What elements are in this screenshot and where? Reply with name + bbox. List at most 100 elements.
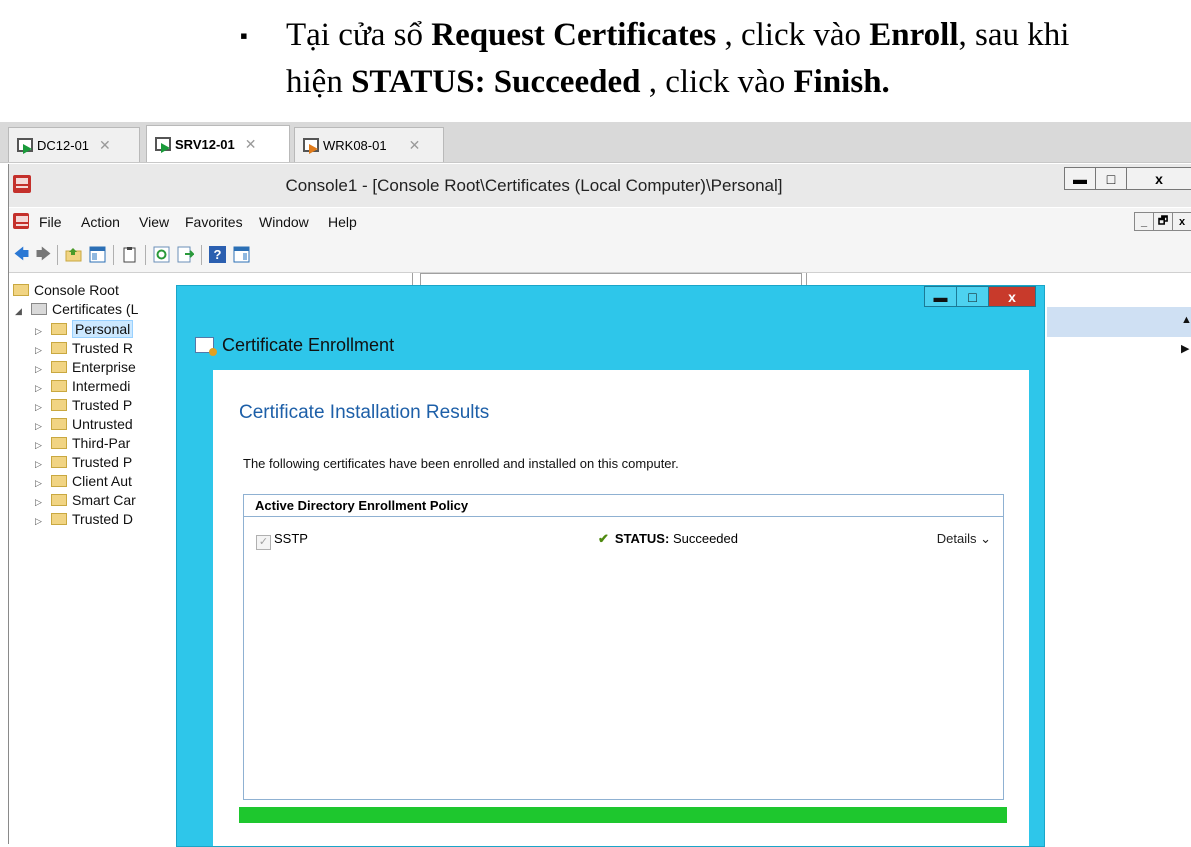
enrollment-policy-list: Active Directory Enrollment Policy ✓ SSTP… [243, 494, 1004, 800]
vm-tab-strip: DC12-01 ✕ SRV12-01 ✕ WRK08-01 ✕ [0, 122, 1191, 163]
tree-label: Personal [72, 320, 134, 338]
dialog-window-controls: ▬ □ x [924, 286, 1036, 307]
tree-item-certificates[interactable]: ◢ Certificates (L [15, 300, 138, 319]
collapsed-arrow-icon[interactable]: ▷ [35, 512, 45, 531]
folder-icon [13, 284, 29, 296]
instruction-lines: Tại cửa sổ Request Certificates , click … [286, 12, 1176, 106]
tree-item-intermediate[interactable]: ▷ Intermedi [35, 377, 130, 396]
tree-item-third-party[interactable]: ▷ Third-Par [35, 434, 130, 453]
tab-srv12-01[interactable]: SRV12-01 ✕ [146, 125, 290, 163]
tree-label: Trusted P [72, 454, 133, 470]
instruction-bold: STATUS: Succeeded [351, 64, 641, 100]
tree-item-enterprise[interactable]: ▷ Enterprise [35, 358, 136, 377]
folder-icon [51, 342, 67, 354]
instruction-text-segment: Tại cửa sổ [286, 17, 432, 53]
mmc-window-controls: ▬ □ x [1064, 167, 1191, 190]
instruction-bold: Enroll [869, 17, 959, 53]
folder-icon [51, 380, 67, 392]
maximize-button[interactable]: □ [1095, 167, 1127, 190]
menu-action[interactable]: Action [81, 214, 120, 230]
certificate-icon [195, 337, 217, 356]
mmc-window-title: Console1 - [Console Root\Certificates (L… [285, 176, 783, 195]
details-toggle[interactable]: Details ⌄ [937, 531, 991, 547]
policy-header: Active Directory Enrollment Policy [244, 495, 1003, 517]
tree-item-client-auth[interactable]: ▷ Client Aut [35, 472, 132, 491]
more-actions-arrow-icon[interactable]: ▶ [1181, 342, 1189, 355]
folder-icon [51, 475, 67, 487]
folder-icon [51, 399, 67, 411]
tree-item-smart-card[interactable]: ▷ Smart Car [35, 491, 136, 510]
certificate-store-icon [31, 303, 47, 315]
results-heading: Certificate Installation Results [239, 402, 490, 423]
close-icon[interactable]: ✕ [245, 136, 257, 153]
minimize-button[interactable]: ▬ [1064, 167, 1096, 190]
tree-item-trusted-publishers[interactable]: ▷ Trusted P [35, 396, 132, 415]
mdi-restore-button[interactable]: 🗗 [1153, 212, 1173, 231]
certificate-checkbox[interactable]: ✓ [256, 535, 271, 550]
tab-label: SRV12-01 [175, 137, 235, 152]
tree-item-trusted-root[interactable]: ▷ Trusted R [35, 339, 133, 358]
mdi-controls: _ 🗗 x [1134, 212, 1191, 231]
folder-icon [51, 513, 67, 525]
show-hide-tree-icon[interactable] [89, 246, 106, 263]
tree-item-untrusted[interactable]: ▷ Untrusted [35, 415, 133, 434]
vm-paused-icon [302, 137, 319, 154]
certificate-enrollment-dialog: ▬ □ x Certificate Enrollment Certificate… [176, 285, 1045, 847]
tree-item-trusted-devices[interactable]: ▷ Trusted D [35, 510, 133, 529]
checkmark-icon: ✔ [598, 531, 609, 546]
instruction-text-segment: , click vào [640, 64, 794, 100]
instruction-bold: Finish. [793, 64, 890, 100]
mmc-menu-icon[interactable] [13, 213, 29, 229]
tree-item-personal[interactable]: ▷ Personal [35, 320, 134, 339]
tree-label: Intermedi [72, 378, 131, 394]
tab-wrk08-01[interactable]: WRK08-01 ✕ [294, 127, 444, 163]
export-list-icon[interactable] [177, 246, 196, 263]
clipboard-icon[interactable] [121, 246, 138, 263]
help-icon[interactable]: ? [209, 246, 226, 263]
tab-dc12-01[interactable]: DC12-01 ✕ [8, 127, 140, 163]
instruction-bold: Request Certificates [431, 17, 717, 53]
forward-arrow-icon[interactable]: 🡆 [35, 246, 52, 263]
tab-label: WRK08-01 [323, 138, 387, 153]
scroll-up-arrow-icon[interactable]: ▲ [1181, 314, 1191, 326]
mdi-close-button[interactable]: x [1172, 212, 1191, 231]
tree-item-trusted-people[interactable]: ▷ Trusted P [35, 453, 132, 472]
dialog-minimize-button[interactable]: ▬ [924, 286, 957, 307]
expanded-arrow-icon[interactable]: ◢ [15, 302, 25, 321]
progress-fill [239, 807, 1007, 823]
tree-label: Third-Par [72, 435, 131, 451]
status-value: Succeeded [672, 531, 738, 546]
mdi-minimize-button[interactable]: _ [1134, 212, 1154, 231]
close-icon[interactable]: ✕ [409, 137, 421, 154]
show-hide-action-pane-icon[interactable] [233, 246, 250, 263]
tree-label: Enterprise [72, 359, 136, 375]
toolbar-separator [113, 245, 114, 265]
menu-window[interactable]: Window [259, 214, 309, 230]
close-icon[interactable]: ✕ [99, 137, 111, 154]
back-arrow-icon[interactable]: 🡄 [13, 246, 30, 263]
toolbar-separator [201, 245, 202, 265]
menu-help[interactable]: Help [328, 214, 357, 230]
actions-header [1047, 307, 1191, 337]
tree-label: Trusted D [72, 511, 133, 527]
toolbar-separator [57, 245, 58, 265]
refresh-icon[interactable] [153, 246, 170, 263]
up-folder-icon[interactable] [65, 246, 82, 263]
tree-label: Client Aut [72, 473, 132, 489]
dialog-maximize-button[interactable]: □ [956, 286, 989, 307]
menu-favorites[interactable]: Favorites [185, 214, 243, 230]
tab-strip-border [0, 162, 1191, 163]
close-button[interactable]: x [1126, 167, 1191, 190]
menu-view[interactable]: View [139, 214, 169, 230]
vm-running-icon [16, 137, 33, 154]
tree-item-console-root[interactable]: Console Root [13, 281, 119, 300]
folder-icon [51, 494, 67, 506]
vm-running-icon [154, 136, 171, 153]
tree-label: Untrusted [72, 416, 133, 432]
tab-label: DC12-01 [37, 138, 90, 153]
dialog-close-button[interactable]: x [988, 286, 1036, 307]
dialog-header: Certificate Enrollment [177, 322, 394, 368]
instruction-text-segment: , click vào [716, 17, 870, 53]
dialog-body: Certificate Installation Results The fol… [213, 370, 1029, 846]
menu-file[interactable]: File [39, 214, 62, 230]
